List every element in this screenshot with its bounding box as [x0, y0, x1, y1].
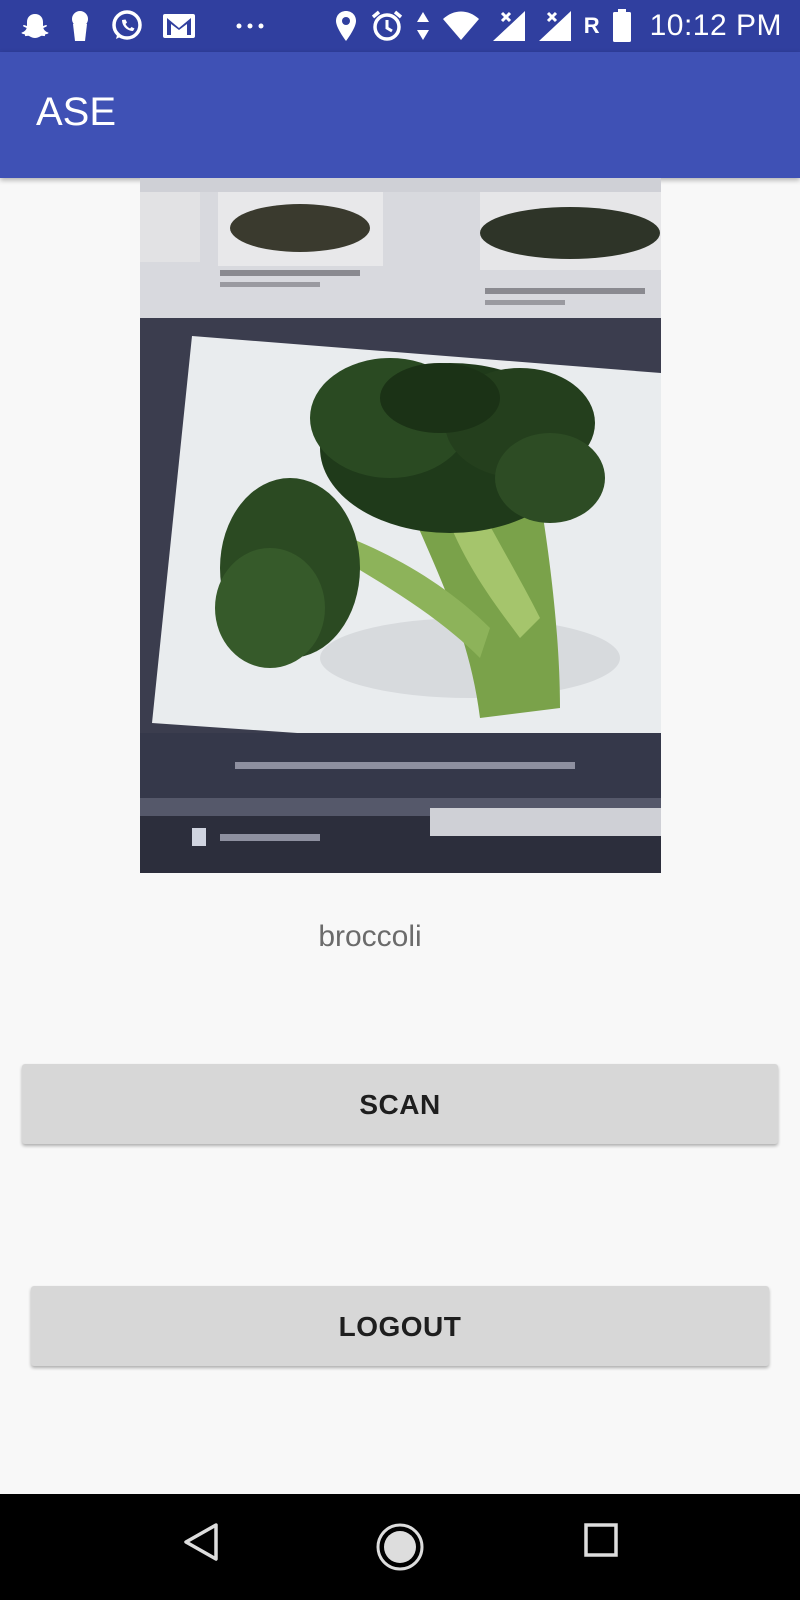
recents-icon[interactable]	[583, 1522, 619, 1558]
navigation-bar	[0, 1494, 800, 1600]
keyhole-icon	[68, 10, 92, 42]
prediction-label: broccoli	[318, 920, 422, 953]
broccoli-photo-illustration	[140, 178, 661, 873]
home-icon[interactable]	[375, 1522, 425, 1572]
data-arrows-icon	[416, 11, 430, 41]
clock: 10:12 PM	[649, 9, 782, 42]
whatsapp-icon	[110, 9, 144, 43]
scan-button[interactable]: SCAN	[22, 1064, 778, 1144]
gmail-icon	[162, 12, 196, 40]
app-bar: ASE	[0, 52, 800, 178]
location-icon	[334, 10, 358, 42]
back-icon[interactable]	[183, 1522, 219, 1562]
roaming-indicator: R	[583, 13, 600, 38]
logout-button[interactable]: LOGOUT	[31, 1286, 769, 1366]
alarm-icon	[370, 9, 404, 43]
captured-photo	[140, 178, 661, 873]
signal-icon	[492, 10, 526, 42]
wifi-icon	[442, 11, 480, 41]
battery-icon	[612, 9, 632, 43]
more-notifications-icon	[236, 22, 264, 30]
snapchat-icon	[20, 11, 50, 41]
app-title: ASE	[36, 90, 117, 134]
status-bar: R 10:12 PM	[0, 0, 800, 52]
signal-icon	[538, 10, 572, 42]
